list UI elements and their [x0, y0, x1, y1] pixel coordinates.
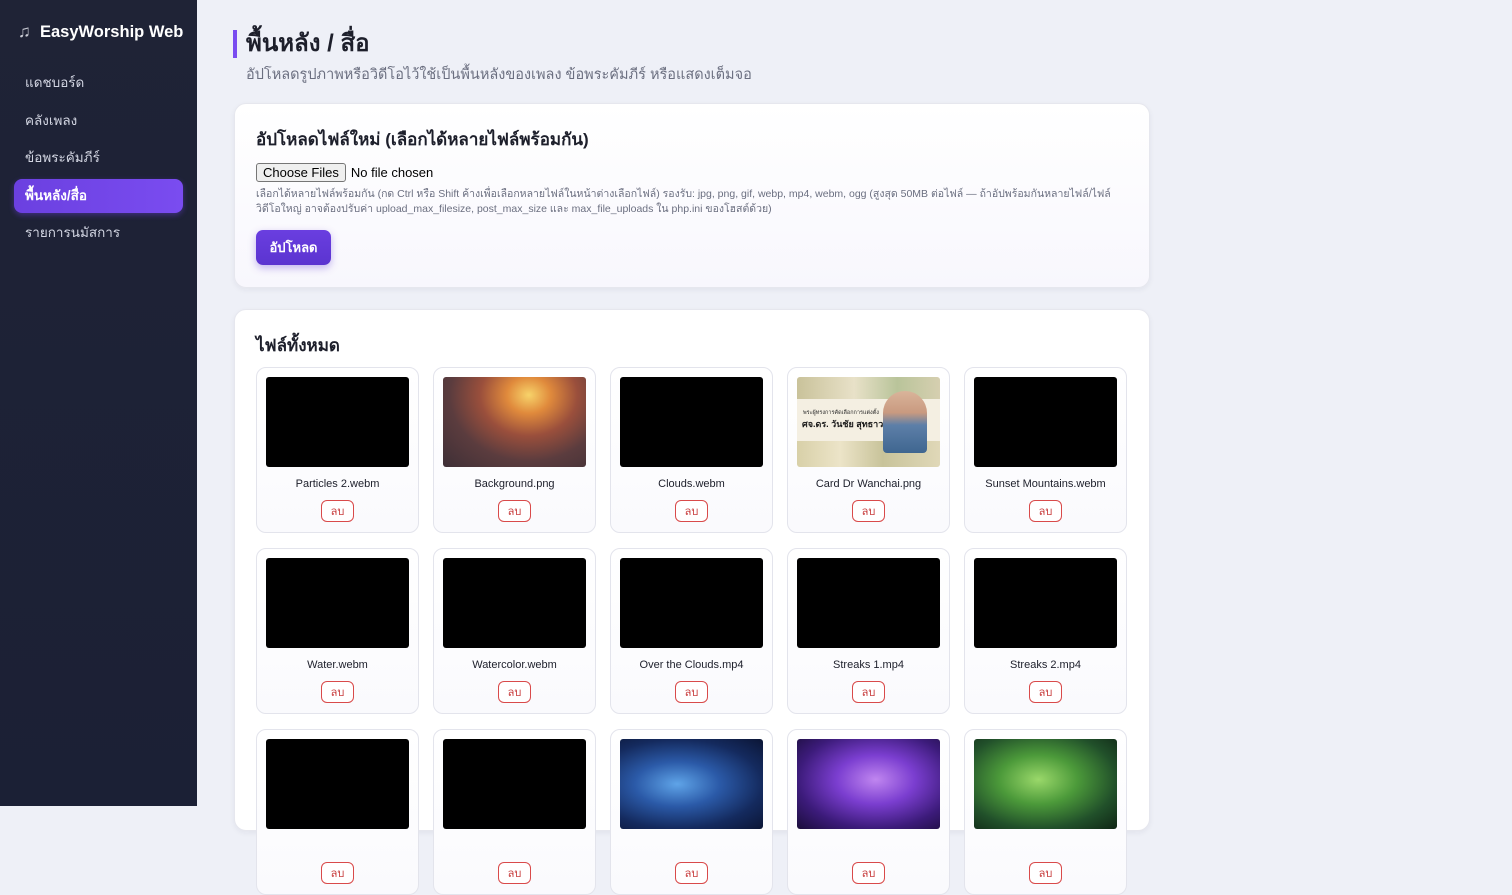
media-thumbnail[interactable] — [620, 377, 763, 467]
media-tile[interactable]: Streaks 1.mp4 ลบ — [787, 548, 950, 714]
media-tile[interactable]: Particles 2.webm ลบ — [256, 367, 419, 533]
card-name: ศจ.ดร. วันชัย สุทธาวาส — [802, 419, 894, 429]
media-file-name: Watercolor.webm — [472, 659, 557, 671]
delete-button[interactable]: ลบ — [1029, 681, 1062, 703]
media-thumbnail[interactable] — [443, 739, 586, 829]
files-card-title: ไฟล์ทั้งหมด — [256, 336, 340, 355]
media-file-name: Water.webm — [307, 659, 368, 671]
media-thumbnail[interactable] — [266, 739, 409, 829]
files-card: ไฟล์ทั้งหมด Particles 2.webm ลบ Background… — [234, 309, 1150, 895]
media-file-name: Background.png — [474, 478, 555, 490]
media-thumbnail[interactable] — [974, 377, 1117, 467]
media-thumbnail[interactable] — [797, 739, 940, 829]
delete-button[interactable]: ลบ — [675, 500, 708, 522]
delete-button[interactable]: ลบ — [852, 500, 885, 522]
media-file-name: Over the Clouds.mp4 — [639, 659, 744, 671]
media-thumbnail[interactable]: พระผู้ทรงการคัดเลือกการแต่งตั้งศจ.ดร. วั… — [797, 377, 940, 467]
media-file-name: Card Dr Wanchai.png — [815, 478, 922, 490]
media-tile[interactable]: ลบ — [256, 729, 419, 895]
media-thumbnail[interactable] — [974, 558, 1117, 648]
upload-button[interactable]: อัปโหลด — [256, 230, 331, 265]
delete-button[interactable]: ลบ — [321, 500, 354, 522]
delete-button[interactable]: ลบ — [1029, 500, 1062, 522]
sidebar-item-backgrounds[interactable]: พื้นหลัง/สื่อ — [14, 178, 183, 213]
main-content: พื้นหลัง / สื่อ อัปโหลดรูปภาพหรือวิดีโอไ… — [197, 0, 1512, 895]
media-tile[interactable]: ลบ — [433, 729, 596, 895]
page-title: พื้นหลัง / สื่อ — [233, 30, 370, 58]
sidebar: ♫ EasyWorship Web แดชบอร์ด คลังเพลง ข้อพ… — [0, 0, 197, 806]
media-thumbnail[interactable] — [443, 558, 586, 648]
upload-hint: เลือกได้หลายไฟล์พร้อมกัน (กด Ctrl หรือ S… — [256, 188, 1111, 215]
delete-button[interactable]: ลบ — [675, 862, 708, 884]
media-tile[interactable]: ลบ — [787, 729, 950, 895]
file-input[interactable]: Choose Files No file chosen — [256, 163, 433, 182]
delete-button[interactable]: ลบ — [498, 862, 531, 884]
portrait-photo — [883, 391, 927, 453]
media-file-name: Streaks 2.mp4 — [1010, 659, 1081, 671]
choose-files-button[interactable]: Choose Files — [256, 163, 346, 182]
media-thumbnail[interactable] — [266, 558, 409, 648]
media-tile[interactable]: Watercolor.webm ลบ — [433, 548, 596, 714]
delete-button[interactable]: ลบ — [498, 500, 531, 522]
media-thumbnail[interactable] — [443, 377, 586, 467]
media-tile[interactable]: Over the Clouds.mp4 ลบ — [610, 548, 773, 714]
upload-card-title: อัปโหลดไฟล์ใหม่ (เลือกได้หลายไฟล์พร้อมกั… — [256, 130, 589, 149]
sidebar-item-scripture[interactable]: ข้อพระคัมภีร์ — [14, 141, 183, 175]
media-thumbnail[interactable] — [974, 739, 1117, 829]
media-thumbnail[interactable] — [620, 558, 763, 648]
delete-button[interactable]: ลบ — [852, 862, 885, 884]
media-tile[interactable]: Clouds.webm ลบ — [610, 367, 773, 533]
brand[interactable]: ♫ EasyWorship Web — [18, 22, 183, 42]
media-tile[interactable]: Sunset Mountains.webm ลบ — [964, 367, 1127, 533]
brand-title: EasyWorship Web — [40, 22, 184, 41]
media-tile[interactable]: พระผู้ทรงการคัดเลือกการแต่งตั้งศจ.ดร. วั… — [787, 367, 950, 533]
delete-button[interactable]: ลบ — [1029, 862, 1062, 884]
delete-button[interactable]: ลบ — [498, 681, 531, 703]
music-note-icon: ♫ — [18, 22, 31, 41]
delete-button[interactable]: ลบ — [675, 681, 708, 703]
media-file-name: Sunset Mountains.webm — [985, 478, 1106, 490]
media-thumbnail[interactable] — [266, 377, 409, 467]
media-file-name: Clouds.webm — [658, 478, 725, 490]
card-caption: พระผู้ทรงการคัดเลือกการแต่งตั้ง — [803, 410, 879, 416]
media-file-name: Particles 2.webm — [295, 478, 380, 490]
media-tile[interactable]: Background.png ลบ — [433, 367, 596, 533]
sidebar-item-service-plan[interactable]: รายการนมัสการ — [14, 216, 183, 250]
sidebar-item-dashboard[interactable]: แดชบอร์ด — [14, 66, 183, 100]
delete-button[interactable]: ลบ — [852, 681, 885, 703]
media-tile[interactable]: Water.webm ลบ — [256, 548, 419, 714]
sidebar-nav: แดชบอร์ด คลังเพลง ข้อพระคัมภีร์ พื้นหลัง… — [14, 66, 183, 254]
media-thumbnail[interactable] — [620, 739, 763, 829]
delete-button[interactable]: ลบ — [321, 681, 354, 703]
page-subtitle: อัปโหลดรูปภาพหรือวิดีโอไว้ใช้เป็นพื้นหลั… — [246, 67, 752, 83]
media-tile[interactable]: ลบ — [964, 729, 1127, 895]
file-grid: Particles 2.webm ลบ Background.png ลบ Clouds… — [256, 367, 1127, 895]
delete-button[interactable]: ลบ — [321, 862, 354, 884]
no-file-text: No file chosen — [350, 165, 434, 180]
media-tile[interactable]: Streaks 2.mp4 ลบ — [964, 548, 1127, 714]
media-file-name: Streaks 1.mp4 — [833, 659, 904, 671]
upload-card: อัปโหลดไฟล์ใหม่ (เลือกได้หลายไฟล์พร้อมกั… — [234, 103, 1150, 288]
media-thumbnail[interactable] — [797, 558, 940, 648]
sidebar-item-songs[interactable]: คลังเพลง — [14, 104, 183, 138]
media-tile[interactable]: ลบ — [610, 729, 773, 895]
